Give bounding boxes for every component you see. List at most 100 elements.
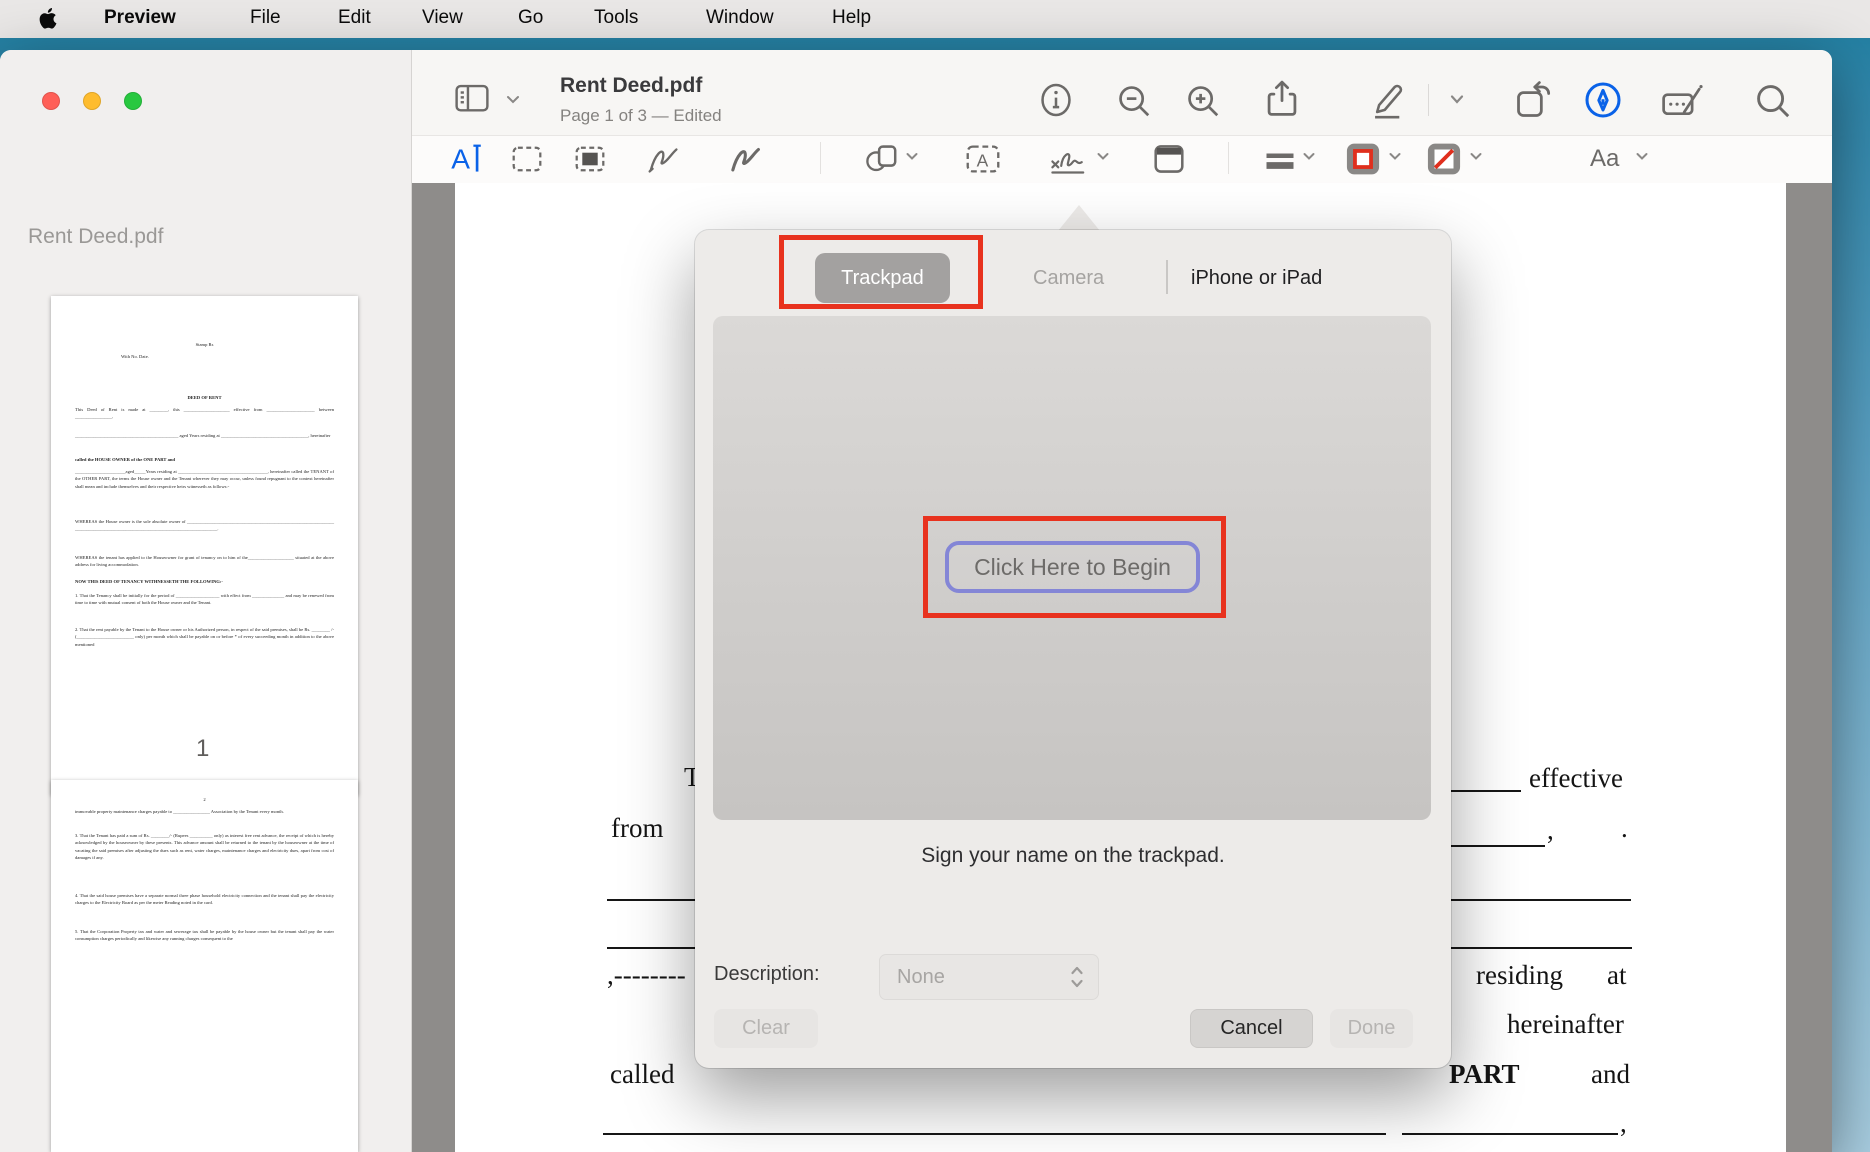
doc-blank-line [1449, 790, 1521, 792]
cancel-button-label: Cancel [1220, 1017, 1282, 1040]
thumb-text: 4. That the said house premises have a s… [75, 892, 334, 907]
menu-item-tools[interactable]: Tools [594, 7, 638, 29]
thumb-text: ________________________________________… [75, 432, 334, 439]
info-icon[interactable] [1037, 80, 1075, 125]
doc-text: , [1547, 815, 1554, 846]
menu-bar: Preview File Edit View Go Tools Window H… [0, 0, 1870, 38]
tab-divider [1166, 260, 1168, 294]
thumb-text: 2. That the rent payable by the Tenant t… [75, 626, 334, 648]
svg-text:A: A [977, 150, 989, 170]
sidebar-toggle-icon[interactable] [452, 82, 492, 121]
menu-item-view[interactable]: View [422, 7, 463, 29]
tab-camera[interactable]: Camera [1033, 267, 1104, 290]
text-box-tool-icon[interactable]: A [964, 143, 1002, 180]
doc-text: ,-------- [607, 960, 686, 991]
menu-item-window[interactable]: Window [706, 7, 774, 29]
doc-text: at [1607, 960, 1627, 991]
doc-text: from [611, 813, 663, 844]
desktop: Preview File Edit View Go Tools Window H… [0, 0, 1870, 1152]
annotation-divider [820, 142, 821, 174]
clear-button-label: Clear [742, 1017, 790, 1040]
description-dropdown[interactable]: None [879, 954, 1099, 1000]
markup-pencil-icon[interactable] [1367, 80, 1409, 127]
done-button[interactable]: Done [1330, 1009, 1413, 1048]
doc-blank-line [607, 947, 695, 949]
signature-instruction: Sign your name on the trackpad. [695, 844, 1451, 868]
thumb-text: This Deed of Rent is made at ________, t… [75, 406, 334, 421]
menu-item-go[interactable]: Go [518, 7, 543, 29]
doc-text: . [1621, 813, 1628, 844]
cancel-button[interactable]: Cancel [1190, 1009, 1313, 1048]
window-subtitle: Page 1 of 3 — Edited [560, 106, 722, 126]
shapes-tool-icon[interactable] [863, 142, 901, 181]
thumb-text: ______________________aged_____Years res… [75, 468, 334, 490]
line-style-icon[interactable] [1262, 148, 1298, 179]
minimize-button[interactable] [83, 92, 101, 110]
thumb-text: WHEREAS the House owner is the sole abso… [75, 518, 334, 533]
thumb-text: 5. That the Corporation Property tax and… [75, 928, 334, 943]
markup-chevron-down-icon[interactable] [1446, 92, 1468, 113]
text-selection-tool-icon[interactable]: A [448, 142, 484, 181]
annotation-rect-trackpad [779, 235, 983, 309]
page-number-1: 1 [196, 735, 209, 763]
description-label: Description: [714, 963, 820, 986]
signature-canvas[interactable]: Click Here to Begin [713, 316, 1431, 820]
rect-selection-tool-icon[interactable] [510, 145, 544, 178]
border-color-icon[interactable] [1344, 142, 1382, 181]
sidebar-document-label: Rent Deed.pdf [28, 225, 163, 249]
autofill-pen-icon[interactable] [1583, 80, 1623, 125]
tab-iphone[interactable]: iPhone or iPad [1191, 267, 1322, 290]
zoom-window-button[interactable] [124, 92, 142, 110]
doc-text: effective [1529, 763, 1623, 794]
thumb-text: Stamp Rs [75, 341, 334, 348]
thumb-text: WHEREAS the tenant has applied to the Ho… [75, 554, 334, 569]
annotation-divider [1228, 142, 1229, 174]
font-style-chevron-down-icon[interactable] [1633, 150, 1651, 169]
signature-chevron-down-icon[interactable] [1094, 150, 1112, 169]
doc-text: hereinafter [1507, 1009, 1624, 1040]
fill-color-icon[interactable] [1425, 142, 1463, 181]
window-title: Rent Deed.pdf [560, 74, 702, 98]
doc-blank-line [603, 1133, 1386, 1135]
menu-item-help[interactable]: Help [832, 7, 871, 29]
menu-item-edit[interactable]: Edit [338, 7, 371, 29]
menu-item-file[interactable]: File [250, 7, 281, 29]
apple-menu-icon[interactable] [38, 6, 60, 37]
doc-blank-line [1402, 1133, 1618, 1135]
fill-color-chevron-down-icon[interactable] [1467, 150, 1485, 169]
thumb-text: DEED OF RENT [75, 394, 334, 401]
zoom-out-icon[interactable] [1115, 82, 1153, 125]
border-color-chevron-down-icon[interactable] [1386, 150, 1404, 169]
menu-item-preview[interactable]: Preview [104, 7, 176, 29]
doc-blank-line [1449, 947, 1632, 949]
doc-blank-line [1449, 899, 1631, 901]
clear-button[interactable]: Clear [714, 1009, 818, 1048]
note-tool-icon[interactable] [1151, 142, 1187, 181]
doc-blank-line [607, 899, 695, 901]
thumb-text: 1. That the Tenancy shall be initially f… [75, 592, 334, 607]
close-button[interactable] [42, 92, 60, 110]
rotate-icon[interactable] [1512, 78, 1556, 127]
doc-text: and [1591, 1059, 1630, 1090]
page-thumbnail-1[interactable]: Stamp Rs With No. Date. DEED OF RENT Thi… [51, 296, 358, 795]
search-icon[interactable] [1753, 81, 1793, 126]
thumb-text: NOW THIS DEED OF TENANCY WITHNESSETH THE… [75, 578, 334, 585]
thumb-text: 2 [75, 796, 334, 803]
line-style-chevron-down-icon[interactable] [1300, 150, 1318, 169]
fill-and-sign-icon[interactable] [1660, 82, 1710, 125]
done-button-label: Done [1348, 1017, 1396, 1040]
shapes-chevron-down-icon[interactable] [903, 150, 921, 169]
zoom-in-icon[interactable] [1184, 82, 1222, 125]
stepper-chevrons-icon [1068, 964, 1086, 996]
sidebar-chevron-down-icon[interactable] [503, 93, 523, 112]
signature-tool-icon[interactable] [1048, 142, 1092, 183]
doc-text: PART [1449, 1059, 1520, 1090]
page-thumbnail-2[interactable]: 2 immovable property maintenance charges… [51, 780, 358, 1152]
thumb-text: With No. Date. [121, 353, 301, 360]
doc-text: residing [1476, 960, 1563, 991]
font-style-label[interactable]: Aa [1590, 145, 1619, 173]
share-icon[interactable] [1262, 78, 1302, 125]
draw-tool-icon[interactable] [727, 142, 765, 181]
sketch-tool-icon[interactable] [645, 142, 683, 181]
redact-tool-icon[interactable] [573, 145, 607, 178]
